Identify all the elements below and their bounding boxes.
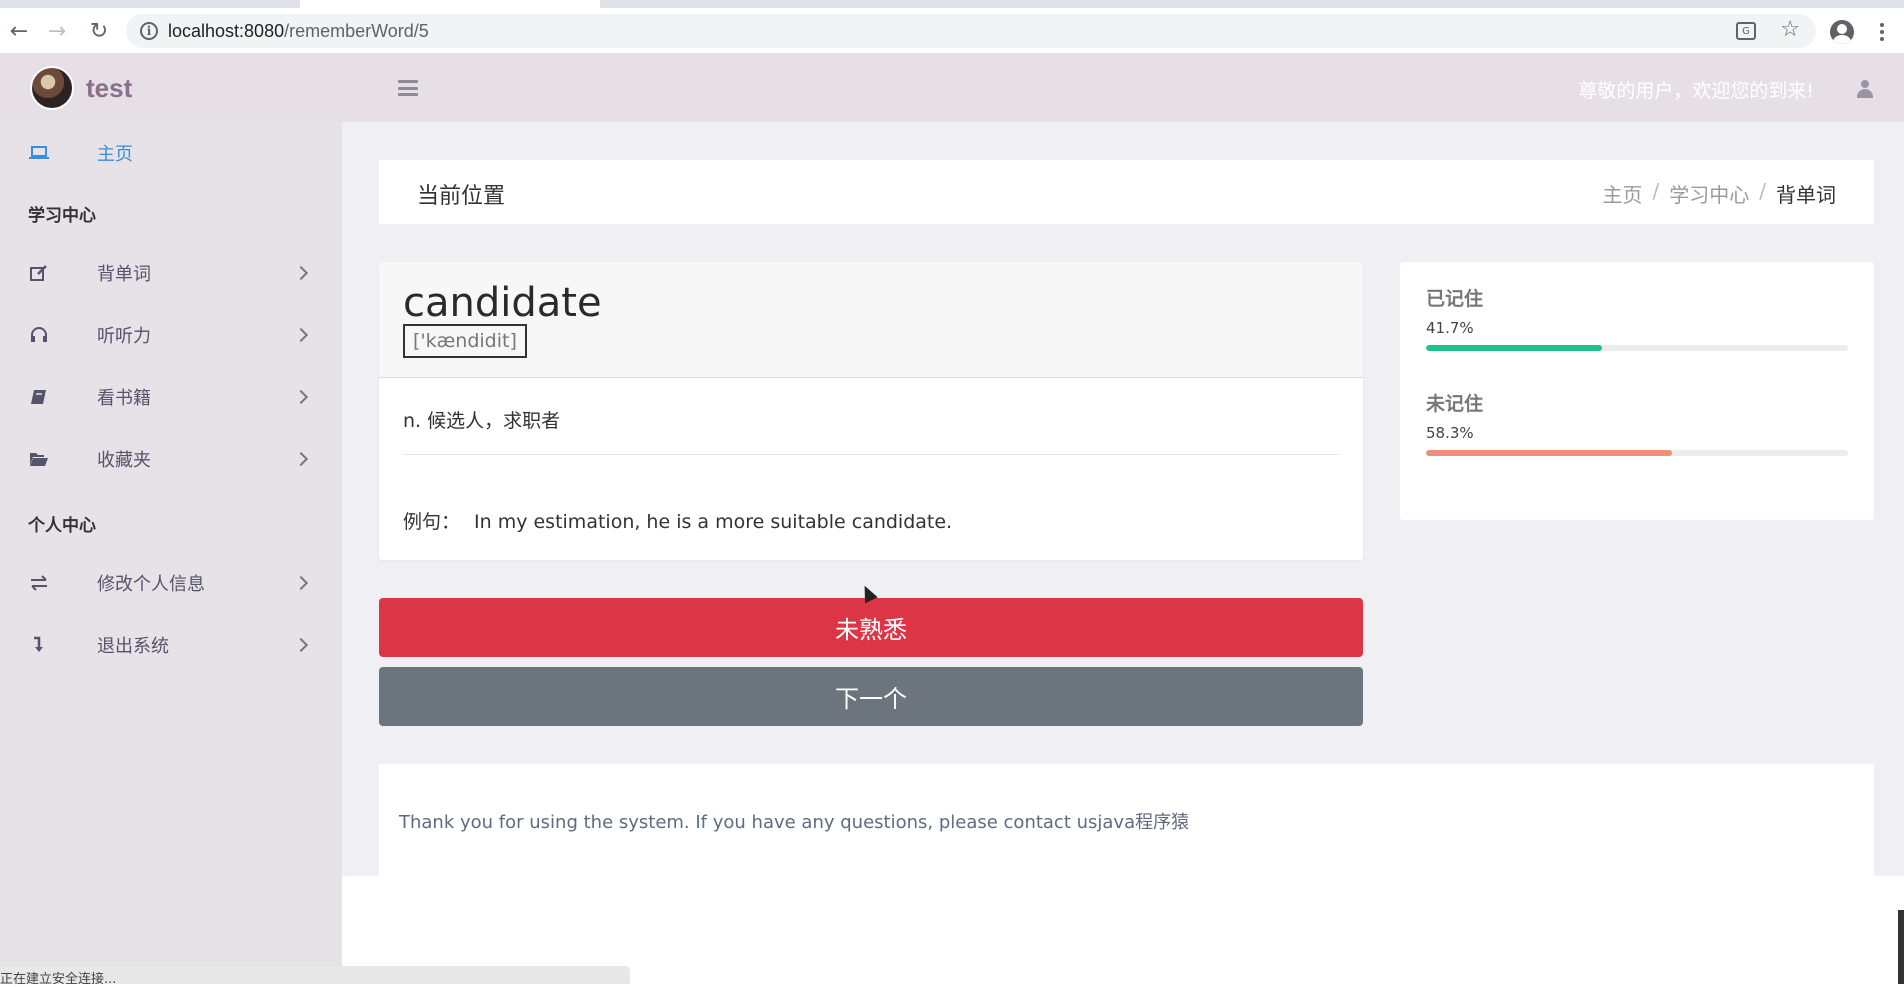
- status-text: 正在建立安全连接...: [0, 972, 117, 987]
- sidebar: 主页 学习中心 背单词 听听力 看书籍 收藏夹 个人中心 修改个人信息 退出系统: [0, 122, 342, 984]
- browser-tabstrip: [0, 0, 1904, 8]
- progress-stats-card: 已记住 41.7% 未记住 58.3%: [1400, 262, 1874, 520]
- breadcrumb-title: 当前位置: [417, 184, 506, 209]
- avatar[interactable]: [30, 66, 74, 110]
- stat-not-remembered: 未记住 58.3%: [1426, 389, 1848, 456]
- app-header: test 尊敬的用户，欢迎您的到来!: [0, 54, 1904, 122]
- reload-icon[interactable]: ↻: [84, 16, 114, 46]
- chevron-right-icon: [293, 389, 309, 405]
- sidebar-toggle-icon[interactable]: [398, 80, 418, 96]
- sidebar-item-listening[interactable]: 听听力: [0, 310, 342, 360]
- example-label: 例句：: [403, 511, 461, 533]
- url-host: localhost:8080: [168, 21, 285, 41]
- progress-fill-not-remembered: [1426, 450, 1673, 456]
- phonetic-badge[interactable]: ['kændidit]: [403, 324, 527, 358]
- level-down-icon: [28, 634, 50, 656]
- breadcrumb-trail: 主页 / 学习中心 / 背单词: [1603, 179, 1837, 208]
- bookmark-star-icon[interactable]: ☆: [1780, 17, 1800, 42]
- browser-status-bar: 正在建立安全连接...: [0, 966, 630, 987]
- laptop-icon: [28, 142, 50, 164]
- book-icon: [28, 386, 50, 408]
- chevron-right-icon: [293, 575, 309, 591]
- address-bar[interactable]: i localhost:8080/rememberWord/5 G ☆: [126, 14, 1816, 48]
- brand-name: test: [86, 72, 133, 103]
- sidebar-item-label: 退出系统: [97, 636, 169, 657]
- sidebar-item-edit-profile[interactable]: 修改个人信息: [0, 558, 342, 608]
- progress-track: [1426, 345, 1848, 351]
- headphones-icon: [28, 324, 50, 346]
- example-sentence: 例句： In my estimation, he is a more suitab…: [403, 507, 952, 534]
- breadcrumb-current: 背单词: [1776, 183, 1836, 207]
- breadcrumb-separator: /: [1652, 179, 1660, 203]
- welcome-text: 尊敬的用户，欢迎您的到来!: [1578, 80, 1814, 102]
- sidebar-item-favorites[interactable]: 收藏夹: [0, 434, 342, 484]
- breadcrumb-link-home[interactable]: 主页: [1603, 179, 1643, 208]
- sidebar-section-study: 学习中心: [28, 206, 96, 226]
- chevron-right-icon: [293, 451, 309, 467]
- stat-title: 已记住: [1426, 288, 1484, 310]
- sidebar-item-label: 主页: [97, 144, 133, 165]
- folder-open-icon: [28, 448, 50, 470]
- stat-value: 58.3%: [1426, 424, 1474, 442]
- stat-remembered: 已记住 41.7%: [1426, 284, 1848, 351]
- sidebar-item-vocabulary[interactable]: 背单词: [0, 248, 342, 298]
- stat-value: 41.7%: [1426, 319, 1474, 337]
- forward-icon[interactable]: →: [42, 16, 72, 46]
- sidebar-item-logout[interactable]: 退出系统: [0, 620, 342, 670]
- progress-fill-remembered: [1426, 345, 1602, 351]
- sidebar-item-books[interactable]: 看书籍: [0, 372, 342, 422]
- sidebar-section-personal: 个人中心: [28, 516, 96, 536]
- unfamiliar-button[interactable]: 未熟悉: [379, 598, 1363, 657]
- edit-icon: [28, 262, 50, 284]
- word-card-header: candidate ['kændidit]: [379, 262, 1363, 378]
- chevron-right-icon: [293, 265, 309, 281]
- brand: test: [30, 66, 132, 110]
- back-icon[interactable]: ←: [4, 16, 34, 46]
- sidebar-item-home[interactable]: 主页: [0, 128, 342, 178]
- breadcrumb-separator: /: [1759, 179, 1766, 203]
- sidebar-item-label: 修改个人信息: [97, 574, 205, 595]
- url-text[interactable]: localhost:8080/rememberWord/5: [168, 21, 429, 42]
- word-card: candidate ['kændidit] n. 候选人，求职者 例句： In m…: [379, 262, 1363, 560]
- browser-tab-active[interactable]: [300, 0, 600, 8]
- scrollbar-thumb[interactable]: [1898, 910, 1904, 984]
- chevron-right-icon: [293, 327, 309, 343]
- browser-toolbar: ← → ↻ i localhost:8080/rememberWord/5 G …: [0, 8, 1904, 54]
- browser-profile-icon[interactable]: [1830, 20, 1854, 44]
- stat-title: 未记住: [1426, 393, 1484, 415]
- divider: [403, 454, 1339, 455]
- sidebar-item-label: 听听力: [97, 326, 151, 347]
- footer: Thank you for using the system. If you h…: [379, 764, 1874, 876]
- word-meaning: n. 候选人，求职者: [403, 410, 561, 432]
- breadcrumb-link-study[interactable]: 学习中心: [1669, 179, 1749, 208]
- browser-menu-icon[interactable]: [1876, 18, 1888, 46]
- example-text: In my estimation, he is a more suitable …: [474, 511, 953, 533]
- site-info-icon[interactable]: i: [140, 22, 158, 40]
- user-icon[interactable]: [1856, 80, 1874, 98]
- word-text: candidate: [403, 280, 602, 326]
- breadcrumb: 当前位置 主页 / 学习中心 / 背单词: [379, 160, 1874, 224]
- sidebar-item-label: 看书籍: [97, 388, 151, 409]
- footer-text: Thank you for using the system. If you h…: [399, 812, 1190, 833]
- next-button[interactable]: 下一个: [379, 667, 1363, 726]
- sidebar-item-label: 背单词: [97, 264, 151, 285]
- url-path: /rememberWord/5: [284, 21, 429, 41]
- sidebar-item-label: 收藏夹: [97, 450, 151, 471]
- translate-icon[interactable]: G: [1736, 22, 1756, 40]
- progress-track: [1426, 450, 1848, 456]
- chevron-right-icon: [293, 637, 309, 653]
- exchange-icon: [28, 572, 50, 594]
